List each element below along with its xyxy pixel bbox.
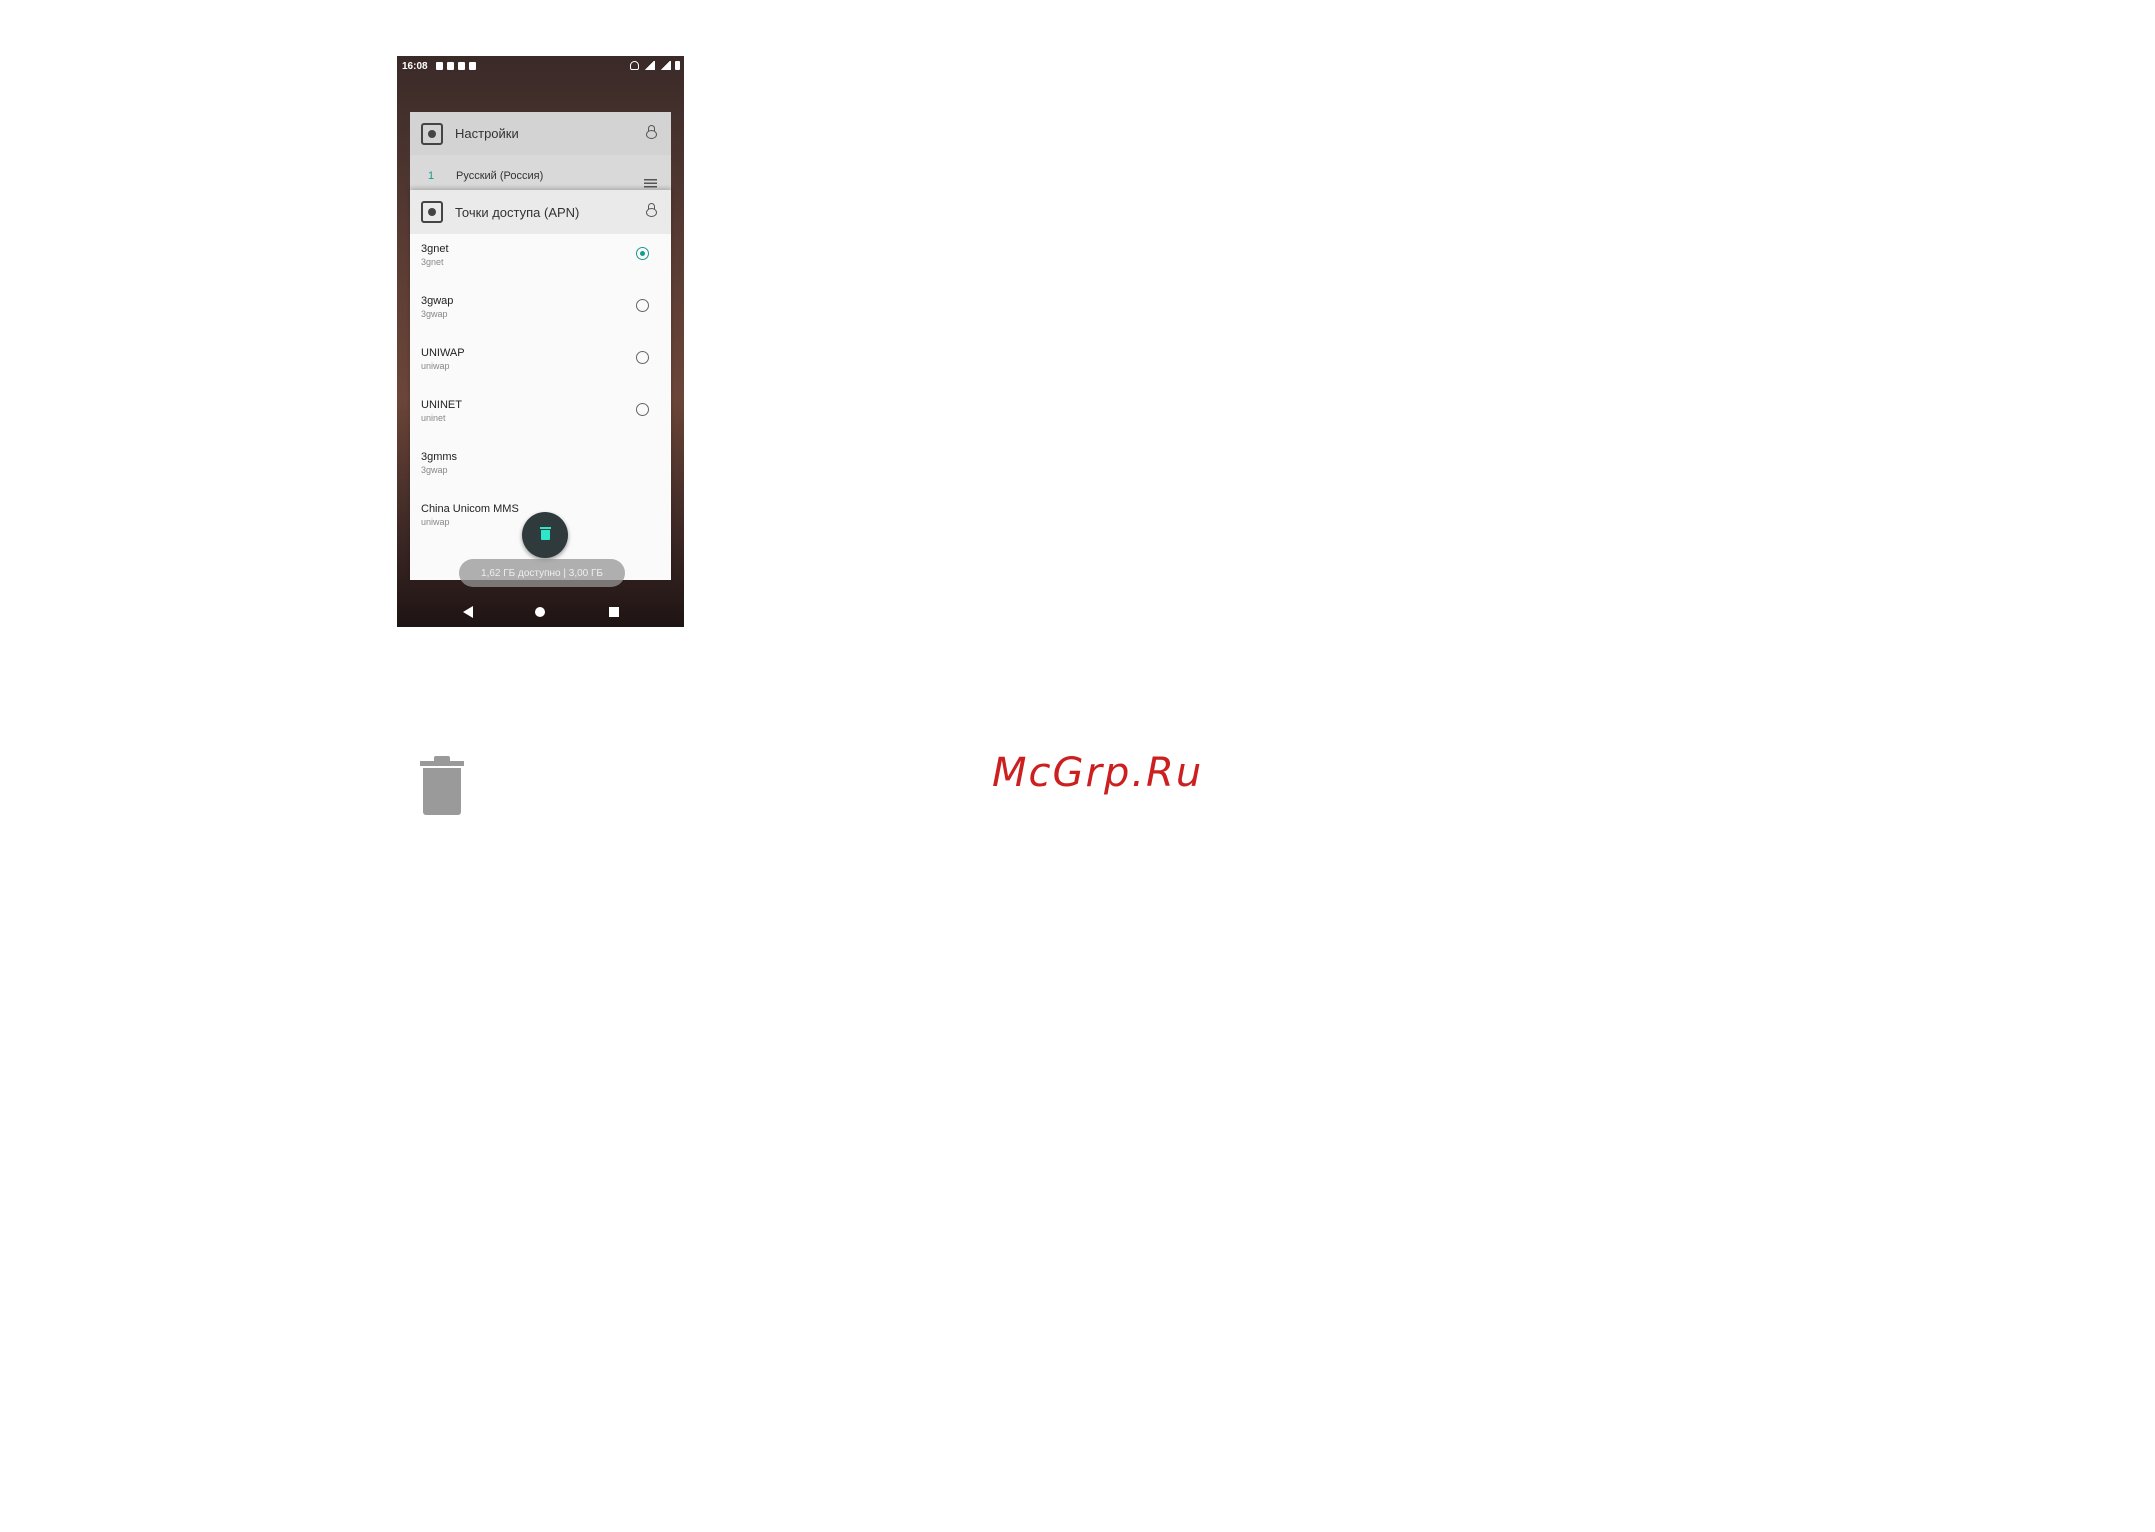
back-icon[interactable] [463, 606, 473, 618]
battery-icon [675, 61, 680, 70]
sim2-notification-icon [468, 62, 476, 70]
apn-item[interactable]: UNINET uninet [410, 390, 671, 442]
apn-item[interactable]: 3gwap 3gwap [410, 286, 671, 338]
apn-radio[interactable] [636, 351, 649, 364]
lock-icon[interactable] [646, 203, 657, 217]
apn-name: China Unicom MMS [421, 503, 519, 515]
settings-card-header[interactable]: Настройки [410, 112, 671, 155]
apn-name: 3gmms [421, 451, 458, 463]
apn-sub: uniwap [421, 517, 450, 527]
settings-app-icon [421, 122, 443, 145]
apn-radio[interactable] [636, 299, 649, 312]
status-time: 16:08 [402, 60, 428, 72]
apn-name: 3gwap [421, 295, 454, 307]
trash-icon [540, 527, 551, 540]
recents-icon[interactable] [609, 607, 619, 617]
mute-icon [630, 61, 639, 70]
apn-name: UNIWAP [421, 347, 465, 359]
apn-item[interactable]: UNIWAP uniwap [410, 338, 671, 390]
apn-name: 3gnet [421, 243, 449, 255]
navigation-bar [397, 596, 684, 627]
clear-all-button[interactable] [522, 512, 568, 558]
phone-screenshot: 16:08 Настройки 1 Русский (Россия) Точки… [397, 56, 684, 627]
apn-card-title: Точки доступа (APN) [455, 204, 580, 220]
apn-sub: 3gnet [421, 257, 444, 267]
sim-notification-icon [457, 62, 465, 70]
apn-radio-checked[interactable] [636, 247, 649, 260]
signal-icon [659, 61, 671, 70]
apn-card-header[interactable]: Точки доступа (APN) [410, 190, 671, 234]
memory-status: 1,62 ГБ доступно | 3,00 ГБ [459, 559, 625, 587]
apn-item[interactable]: 3gnet 3gnet [410, 234, 671, 286]
language-label: Русский (Россия) [456, 170, 544, 182]
settings-card-title: Настройки [455, 126, 519, 141]
language-number: 1 [428, 170, 435, 182]
home-icon[interactable] [535, 607, 545, 617]
apn-sub: uninet [421, 413, 446, 423]
apn-list: 3gnet 3gnet 3gwap 3gwap UNIWAP uniwap UN… [410, 234, 671, 546]
status-bar: 16:08 [397, 56, 684, 76]
image-notification-icon [435, 62, 443, 70]
shield-notification-icon [446, 62, 454, 70]
settings-app-icon [421, 201, 443, 223]
trash-icon [420, 756, 464, 816]
apn-sub: 3gwap [421, 465, 448, 475]
apn-sub: uniwap [421, 361, 450, 371]
lock-icon[interactable] [646, 125, 657, 139]
apn-item[interactable]: 3gmms 3gwap [410, 442, 671, 494]
apn-name: UNINET [421, 399, 462, 411]
apn-sub: 3gwap [421, 309, 448, 319]
watermark: McGrp.Ru [992, 750, 1204, 796]
notification-icons [435, 62, 476, 70]
system-icons [630, 61, 680, 70]
drag-handle-icon [644, 179, 657, 188]
no-signal-icon [643, 61, 655, 70]
apn-radio[interactable] [636, 403, 649, 416]
